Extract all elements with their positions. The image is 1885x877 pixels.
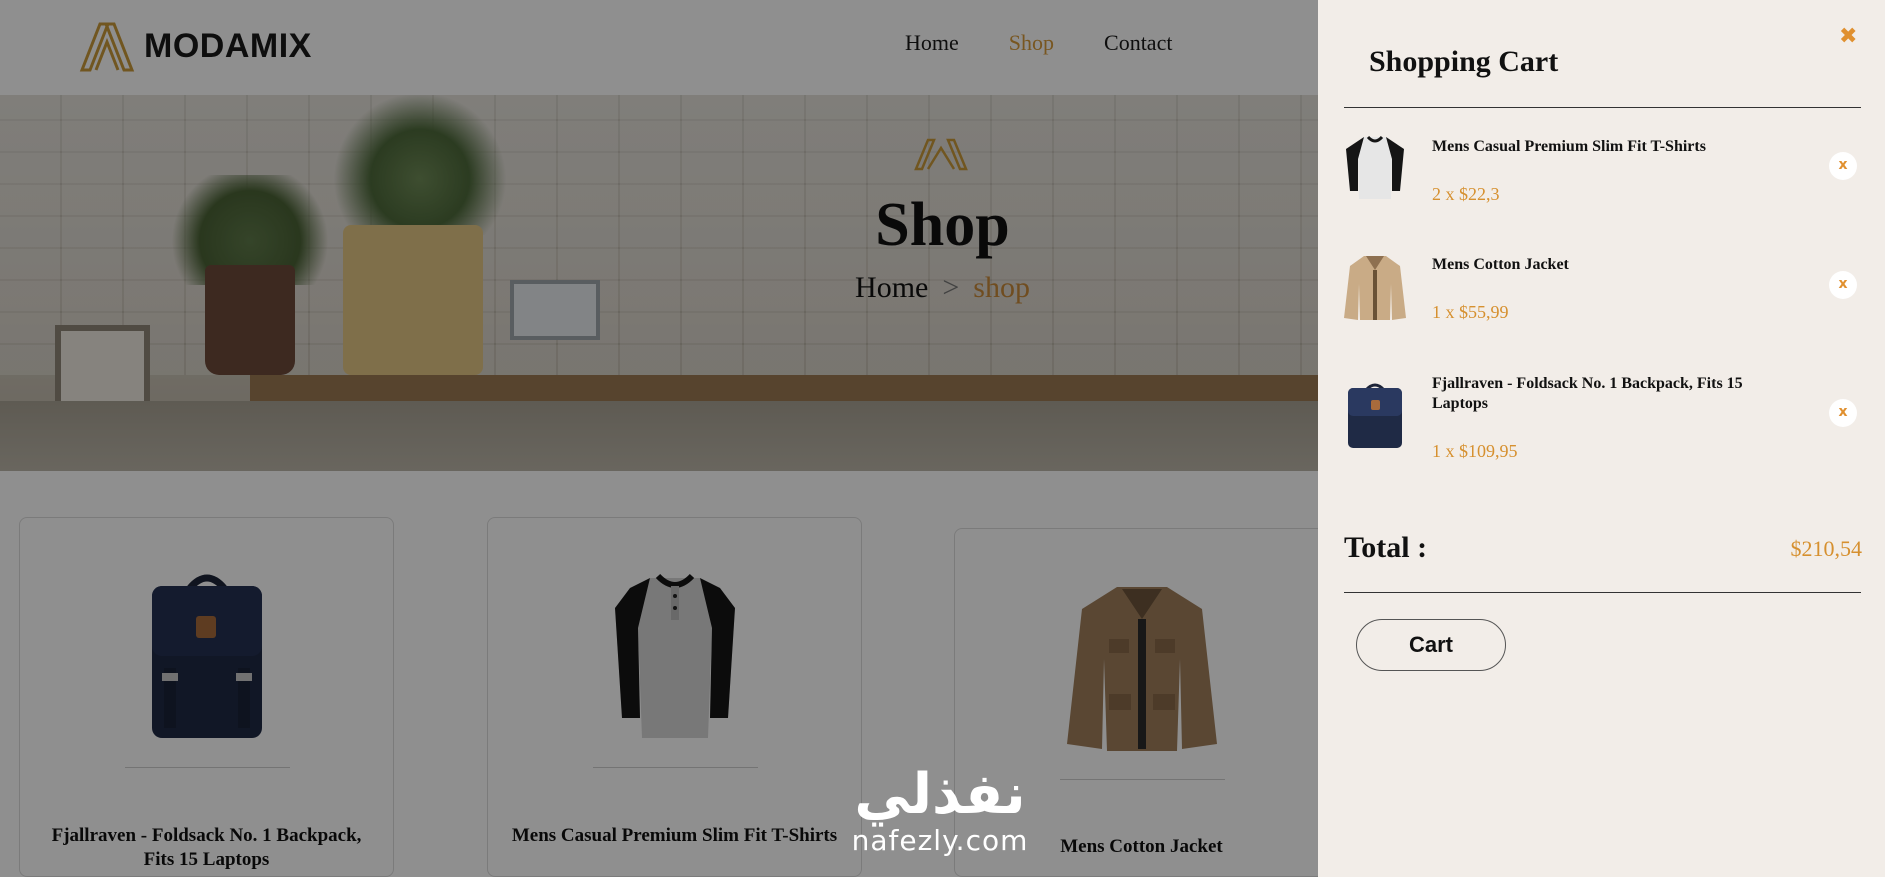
- cart-title: Shopping Cart: [1369, 45, 1559, 78]
- cart-item-name: Fjallraven - Foldsack No. 1 Backpack, Fi…: [1432, 375, 1743, 412]
- cart-divider: [1344, 592, 1861, 593]
- backpack-icon: [1348, 383, 1402, 448]
- remove-item-button[interactable]: x: [1829, 152, 1857, 180]
- view-cart-button[interactable]: Cart: [1356, 619, 1506, 671]
- cart-item: Mens Casual Premium Slim Fit T-Shirts 2 …: [1344, 130, 1861, 230]
- cart-item: Fjallraven - Foldsack No. 1 Backpack, Fi…: [1344, 370, 1861, 470]
- watermark-arabic: نفذلي: [854, 762, 1026, 827]
- remove-item-button[interactable]: x: [1829, 271, 1857, 299]
- cart-divider: [1344, 107, 1861, 108]
- watermark: نفذلي nafezly.com: [835, 765, 1045, 857]
- watermark-latin: nafezly.com: [851, 824, 1029, 857]
- cart-item: Mens Cotton Jacket 1 x $55,99 x: [1344, 250, 1861, 350]
- close-icon[interactable]: ✖: [1839, 24, 1857, 49]
- cart-item-qty-price: 1 x $109,95: [1432, 441, 1518, 461]
- jacket-icon: [1344, 256, 1406, 320]
- cart-item-qty-price: 2 x $22,3: [1432, 184, 1500, 204]
- tshirt-icon: [1346, 135, 1404, 199]
- cart-item-name: Mens Cotton Jacket: [1432, 256, 1569, 273]
- cart-total-label: Total :: [1344, 531, 1428, 564]
- cart-item-qty-price: 1 x $55,99: [1432, 302, 1509, 322]
- cart-total-value: $210,54: [1790, 536, 1863, 561]
- modal-overlay[interactable]: [0, 0, 1318, 877]
- cart-item-name: Mens Casual Premium Slim Fit T-Shirts: [1432, 138, 1706, 155]
- remove-item-button[interactable]: x: [1829, 399, 1857, 427]
